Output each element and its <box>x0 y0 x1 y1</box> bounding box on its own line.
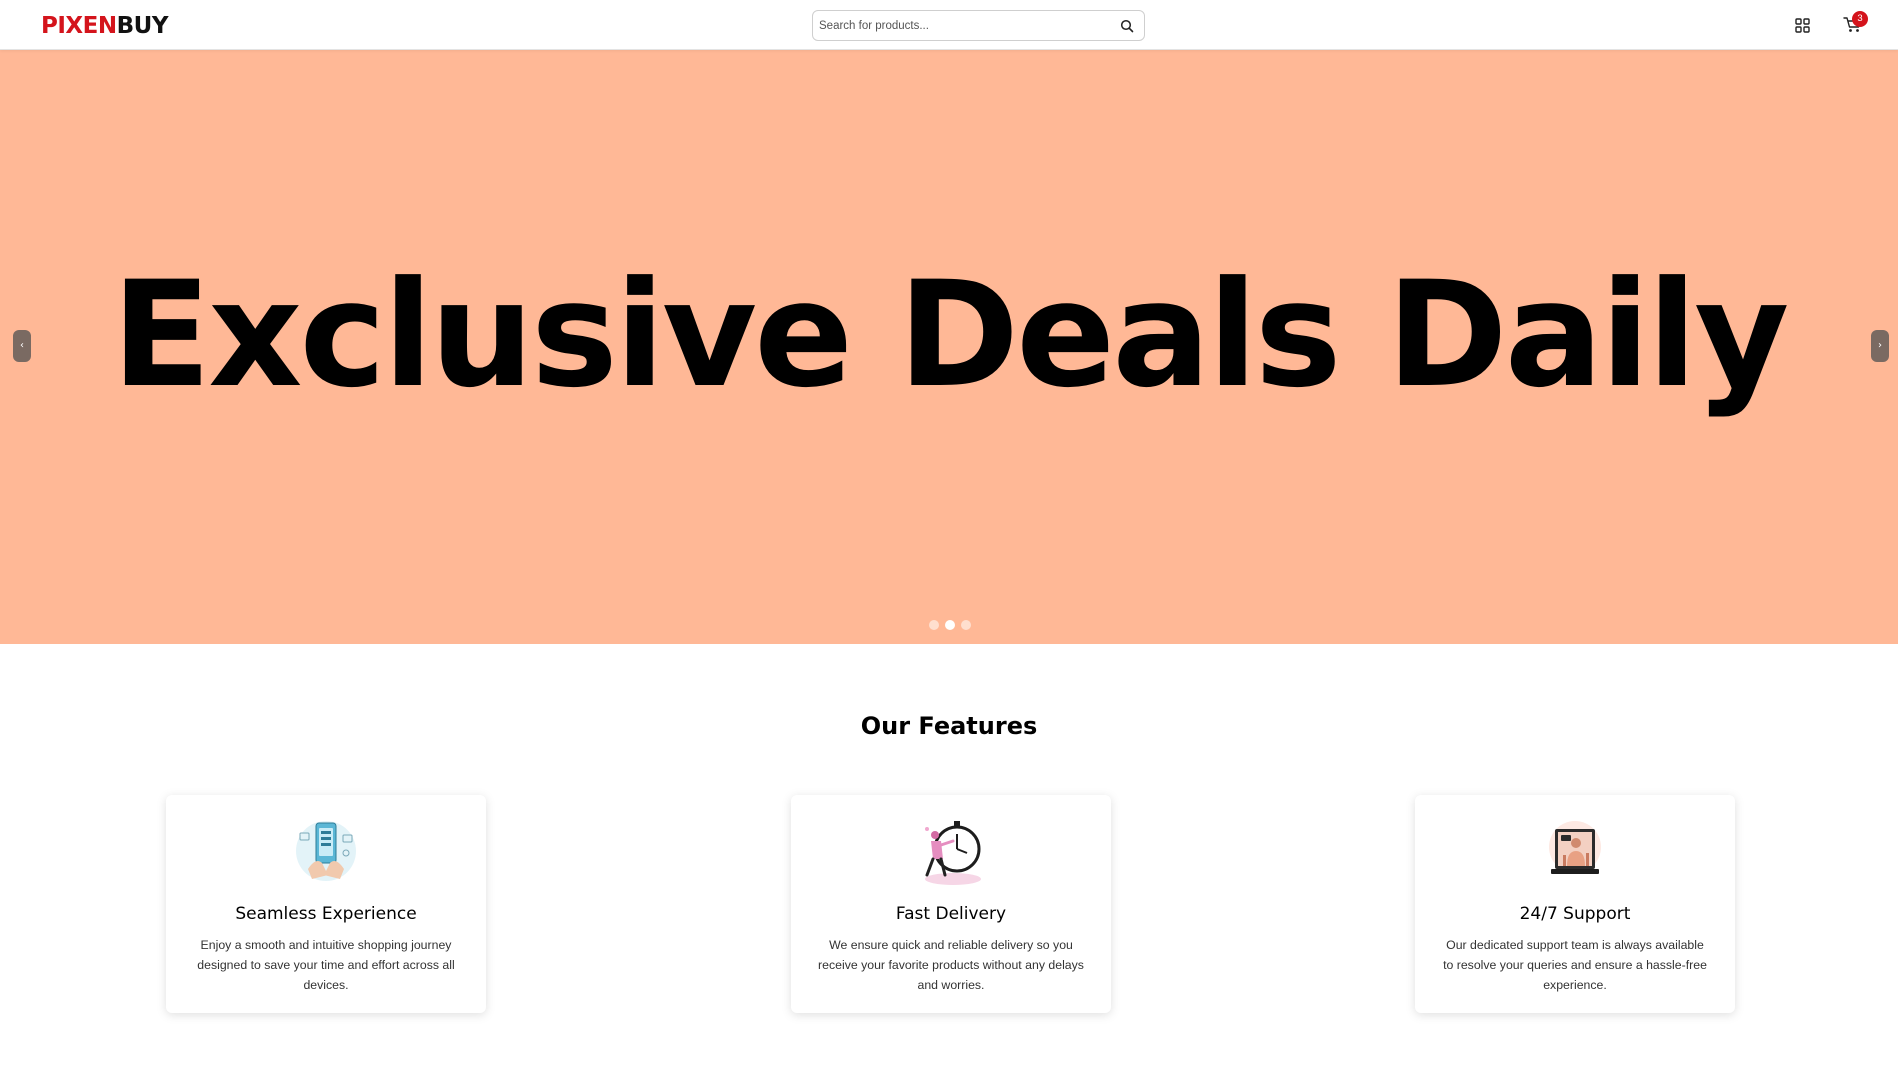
feature-card-seamless: Seamless Experience Enjoy a smooth and i… <box>166 795 486 1013</box>
feature-description: Enjoy a smooth and intuitive shopping jo… <box>197 938 455 992</box>
logo-part-pixen: PIXEN <box>41 13 117 39</box>
feature-card-delivery: Fast Delivery We ensure quick and reliab… <box>791 795 1111 1013</box>
features-heading: Our Features <box>860 712 1038 740</box>
carousel-dot-3[interactable] <box>961 620 971 630</box>
grid-icon[interactable] <box>1795 18 1810 33</box>
carousel-dot-1[interactable] <box>929 620 939 630</box>
logo[interactable]: PIXENBUY <box>41 12 168 40</box>
carousel-prev-button[interactable]: ‹ <box>13 330 31 362</box>
feature-card-support: 24/7 Support Our dedicated support team … <box>1415 795 1735 1013</box>
search-input[interactable] <box>819 16 1109 35</box>
hero-title: Exclusive Deals Daily <box>111 250 1790 420</box>
cart-count-badge: 3 <box>1852 11 1868 27</box>
carousel-next-button[interactable]: › <box>1871 330 1889 362</box>
feature-title: Fast Delivery <box>895 904 1007 924</box>
feature-title: Seamless Experience <box>235 904 417 924</box>
feature-title: 24/7 Support <box>1519 904 1631 924</box>
feature-description: We ensure quick and reliable delivery so… <box>818 938 1084 992</box>
search-box <box>812 10 1145 41</box>
feature-description: Our dedicated support team is always ava… <box>1443 938 1707 992</box>
support-laptop-illustration-icon <box>1549 821 1601 874</box>
site-header: PIXENBUY 3 <box>0 0 1898 50</box>
search-icon[interactable] <box>1120 19 1134 33</box>
logo-part-buy: BUY <box>116 13 169 39</box>
phone-shopping-illustration-icon <box>296 821 356 881</box>
carousel-dot-2[interactable] <box>945 620 955 630</box>
hero-carousel: Exclusive Deals Daily ‹ › <box>0 50 1898 644</box>
clock-runner-illustration-icon <box>925 821 981 885</box>
